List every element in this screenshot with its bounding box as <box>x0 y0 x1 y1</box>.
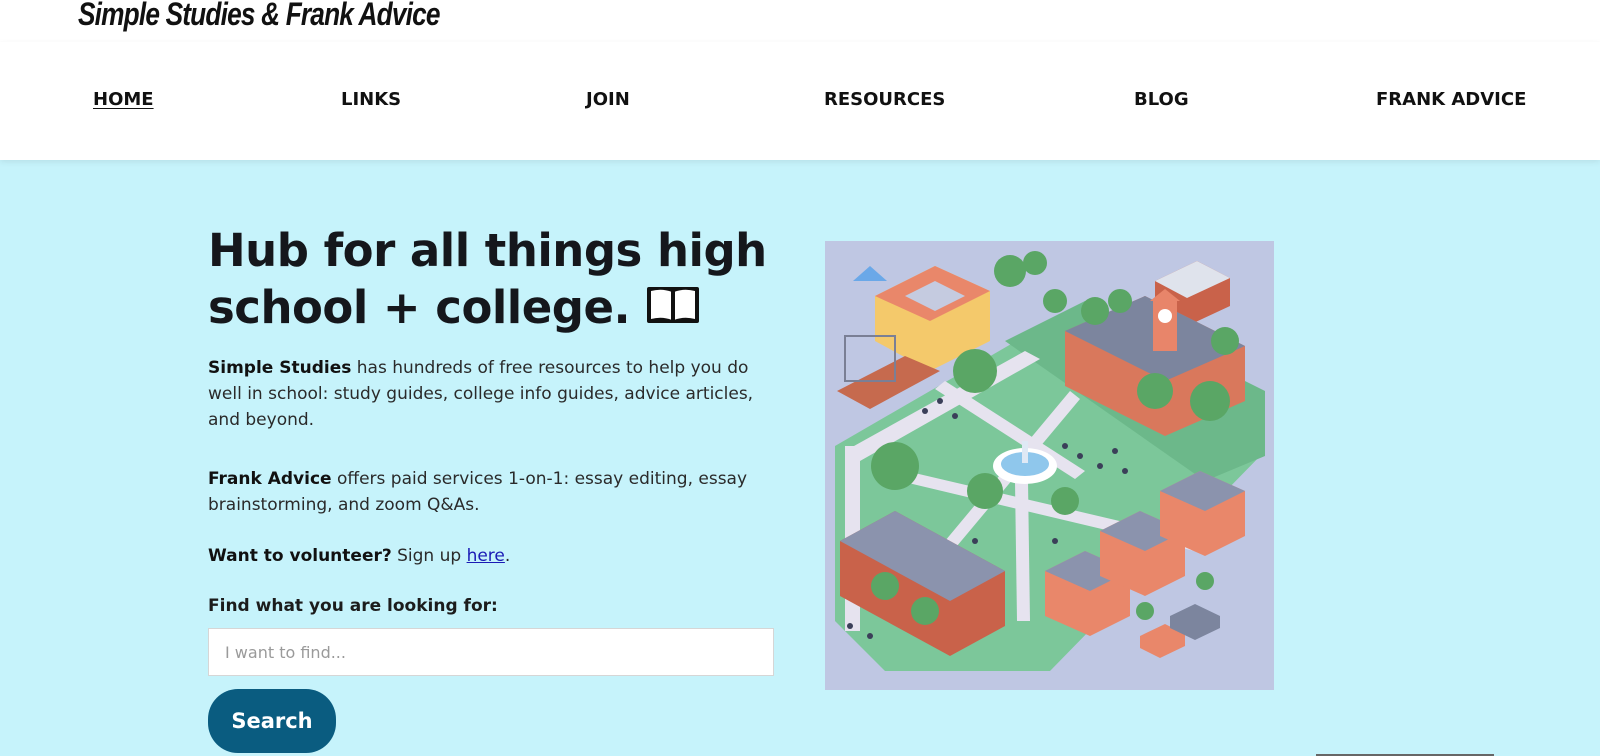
volunteer-signup-link[interactable]: here <box>467 546 505 566</box>
search-button[interactable]: Search <box>208 689 336 753</box>
simple-studies-bold: Simple Studies <box>208 358 352 378</box>
volunteer-text: Sign up <box>391 546 467 566</box>
volunteer-paragraph: Want to volunteer? Sign up here. <box>208 543 778 569</box>
campus-illustration <box>825 241 1274 690</box>
nav-blog[interactable]: BLOG <box>1134 89 1189 110</box>
main-nav: HOME LINKS JOIN RESOURCES BLOG FRANK ADV… <box>0 42 1600 160</box>
open-book-icon <box>645 283 701 340</box>
site-logo[interactable]: Simple Studies & Frank Advice <box>78 0 440 33</box>
search-label: Find what you are looking for: <box>208 596 498 616</box>
frank-advice-paragraph: Frank Advice offers paid services 1-on-1… <box>208 466 778 518</box>
search-input[interactable] <box>208 628 774 676</box>
top-bar: Simple Studies & Frank Advice <box>0 0 1600 42</box>
nav-home[interactable]: HOME <box>93 89 154 110</box>
volunteer-bold: Want to volunteer? <box>208 546 392 566</box>
frank-advice-bold: Frank Advice <box>208 469 332 489</box>
nav-resources[interactable]: RESOURCES <box>824 89 945 110</box>
nav-frank-advice[interactable]: FRANK ADVICE <box>1376 89 1526 110</box>
nav-links[interactable]: LINKS <box>341 89 401 110</box>
hero-headline: Hub for all things high school + college… <box>208 222 788 340</box>
volunteer-end: . <box>504 546 511 566</box>
simple-studies-paragraph: Simple Studies has hundreds of free reso… <box>208 355 778 433</box>
nav-join[interactable]: JOIN <box>586 89 630 110</box>
